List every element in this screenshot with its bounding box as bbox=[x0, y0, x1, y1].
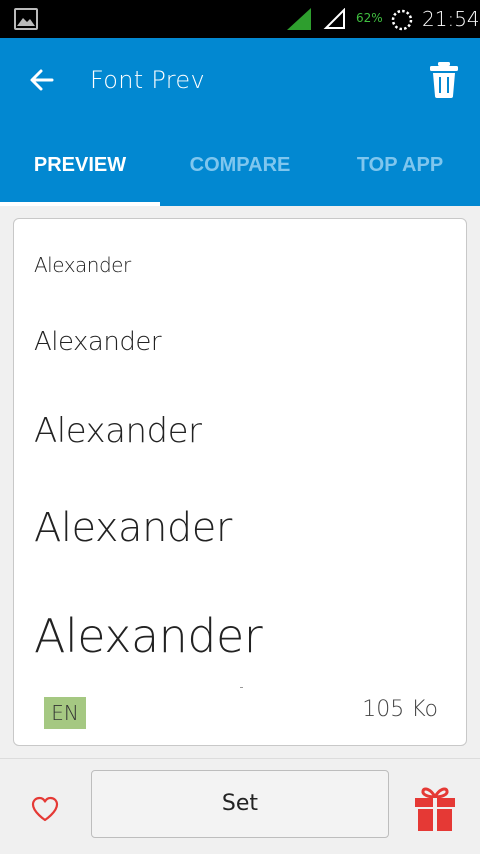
arrow-back-icon[interactable] bbox=[26, 64, 58, 96]
tab-bar: PREVIEW COMPARE TOP APP bbox=[0, 142, 480, 206]
tab-preview[interactable]: PREVIEW bbox=[0, 142, 160, 206]
language-badge: EN bbox=[44, 697, 86, 729]
signal-empty-icon bbox=[323, 8, 345, 29]
status-bar: 62% 21:54 bbox=[0, 0, 480, 38]
clock: 21:54 bbox=[422, 7, 480, 31]
app-title: Font Prev bbox=[90, 66, 205, 94]
loading-circle-icon bbox=[391, 9, 413, 31]
trash-icon[interactable] bbox=[428, 60, 460, 100]
tab-indicator bbox=[0, 202, 160, 206]
gift-icon[interactable] bbox=[414, 785, 456, 831]
sample-text-l: Alexander bbox=[34, 505, 232, 551]
tab-top-app[interactable]: TOP APP bbox=[320, 142, 480, 206]
heart-icon[interactable] bbox=[30, 795, 60, 823]
divider-dot bbox=[240, 687, 243, 688]
sample-text-xs: Alexander bbox=[34, 253, 131, 277]
gallery-icon bbox=[14, 8, 38, 30]
file-size: 105 Ko bbox=[362, 697, 438, 722]
battery-percent: 62% bbox=[356, 11, 383, 25]
app-bar: Font Prev PREVIEW COMPARE TOP APP bbox=[0, 38, 480, 206]
set-button[interactable]: Set bbox=[91, 770, 389, 838]
sample-text-m: Alexander bbox=[34, 411, 202, 451]
bottom-bar: Set bbox=[0, 758, 480, 854]
signal-icon bbox=[287, 8, 311, 30]
sample-text-xl: Alexander bbox=[34, 609, 263, 663]
preview-card: Alexander Alexander Alexander Alexander … bbox=[13, 218, 467, 746]
sample-text-s: Alexander bbox=[34, 327, 162, 357]
tab-compare[interactable]: COMPARE bbox=[160, 142, 320, 206]
